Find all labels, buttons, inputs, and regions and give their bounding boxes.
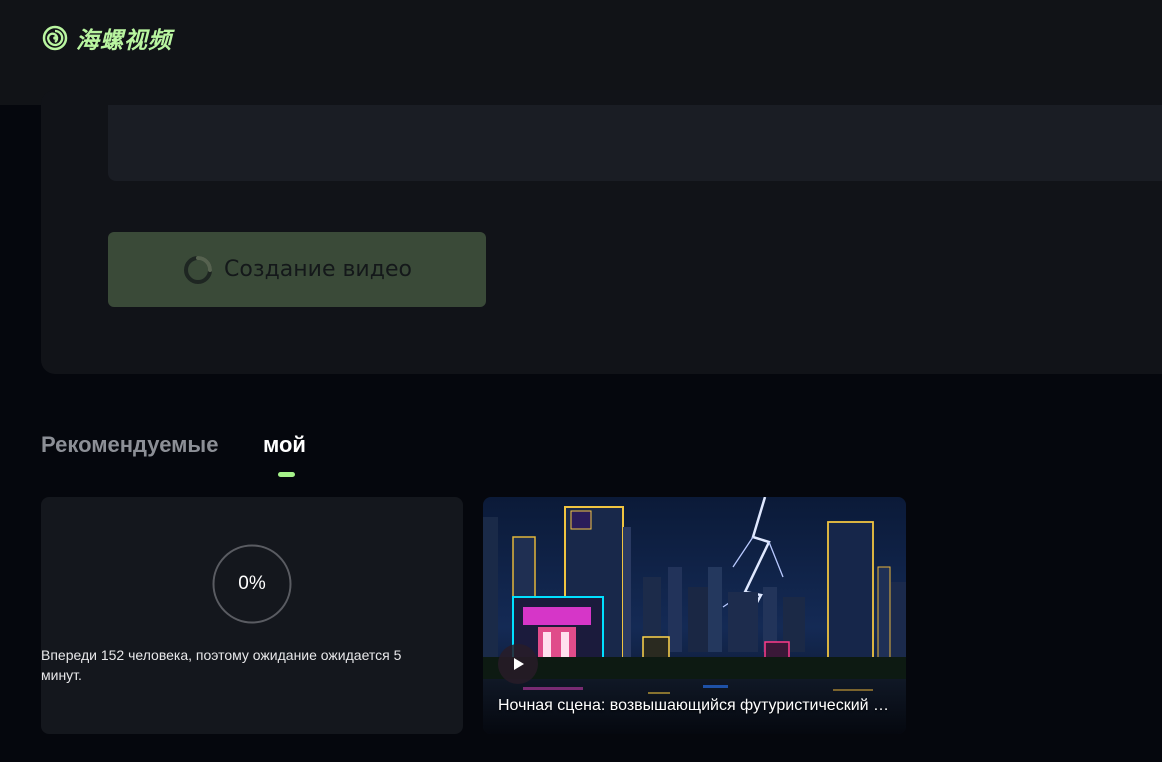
video-caption: Ночная сцена: возвышающийся футуристичес…: [498, 697, 893, 714]
logo-text: 海螺视频: [76, 28, 172, 54]
queue-status-text: Впереди 152 человека, поэтому ожидание о…: [41, 647, 402, 683]
loading-spinner-icon: [184, 255, 213, 284]
tab-recommended[interactable]: Рекомендуемые: [41, 432, 218, 458]
snail-logo-icon: [42, 25, 68, 51]
progress-percent: 0%: [238, 573, 266, 594]
play-icon: [514, 658, 524, 670]
generation-progress-card: 0% Впереди 152 человека, поэтому ожидани…: [41, 497, 463, 734]
tab-mine[interactable]: мой: [263, 432, 306, 458]
page: 海螺视频 Создание видео Рекомендуемые мой 0%…: [0, 0, 1162, 762]
video-card[interactable]: Ночная сцена: возвышающийся футуристичес…: [483, 497, 906, 734]
play-button[interactable]: [498, 644, 538, 684]
active-tab-indicator: [278, 472, 295, 477]
logo[interactable]: 海螺视频: [42, 24, 172, 54]
create-video-button[interactable]: Создание видео: [108, 232, 486, 307]
create-video-label: Создание видео: [224, 257, 412, 282]
prompt-input-area[interactable]: [108, 105, 1162, 181]
